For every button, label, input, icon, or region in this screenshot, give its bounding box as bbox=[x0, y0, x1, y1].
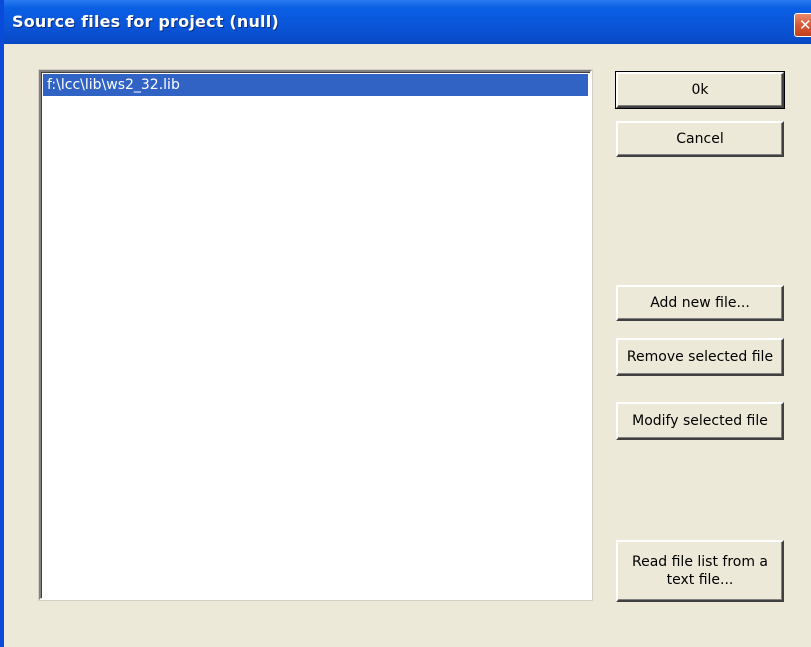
remove-selected-file-label: Remove selected file bbox=[626, 349, 774, 365]
modify-selected-file-label: Modify selected file bbox=[632, 413, 768, 429]
source-files-dialog: Source files for project (null) ✕ f:\lcc… bbox=[0, 0, 811, 647]
window-title: Source files for project (null) bbox=[12, 12, 279, 31]
ok-button[interactable]: 0k bbox=[615, 71, 785, 109]
file-list[interactable]: f:\lcc\lib\ws2_32.lib bbox=[39, 70, 592, 600]
ok-button-label: 0k bbox=[691, 82, 709, 98]
title-bar[interactable]: Source files for project (null) ✕ bbox=[4, 0, 811, 44]
read-file-list-button[interactable]: Read file list from a text file... bbox=[616, 540, 784, 602]
modify-selected-file-button[interactable]: Modify selected file bbox=[616, 402, 784, 440]
close-icon: ✕ bbox=[799, 16, 811, 34]
file-list-item-selected[interactable]: f:\lcc\lib\ws2_32.lib bbox=[43, 74, 588, 96]
remove-selected-file-button[interactable]: Remove selected file bbox=[616, 338, 784, 376]
cancel-button[interactable]: Cancel bbox=[616, 121, 784, 157]
cancel-button-label: Cancel bbox=[676, 131, 724, 147]
close-button[interactable]: ✕ bbox=[794, 13, 811, 37]
add-new-file-button[interactable]: Add new file... bbox=[616, 285, 784, 321]
read-file-list-label: Read file list from a text file... bbox=[631, 554, 769, 588]
add-new-file-label: Add new file... bbox=[650, 295, 750, 311]
